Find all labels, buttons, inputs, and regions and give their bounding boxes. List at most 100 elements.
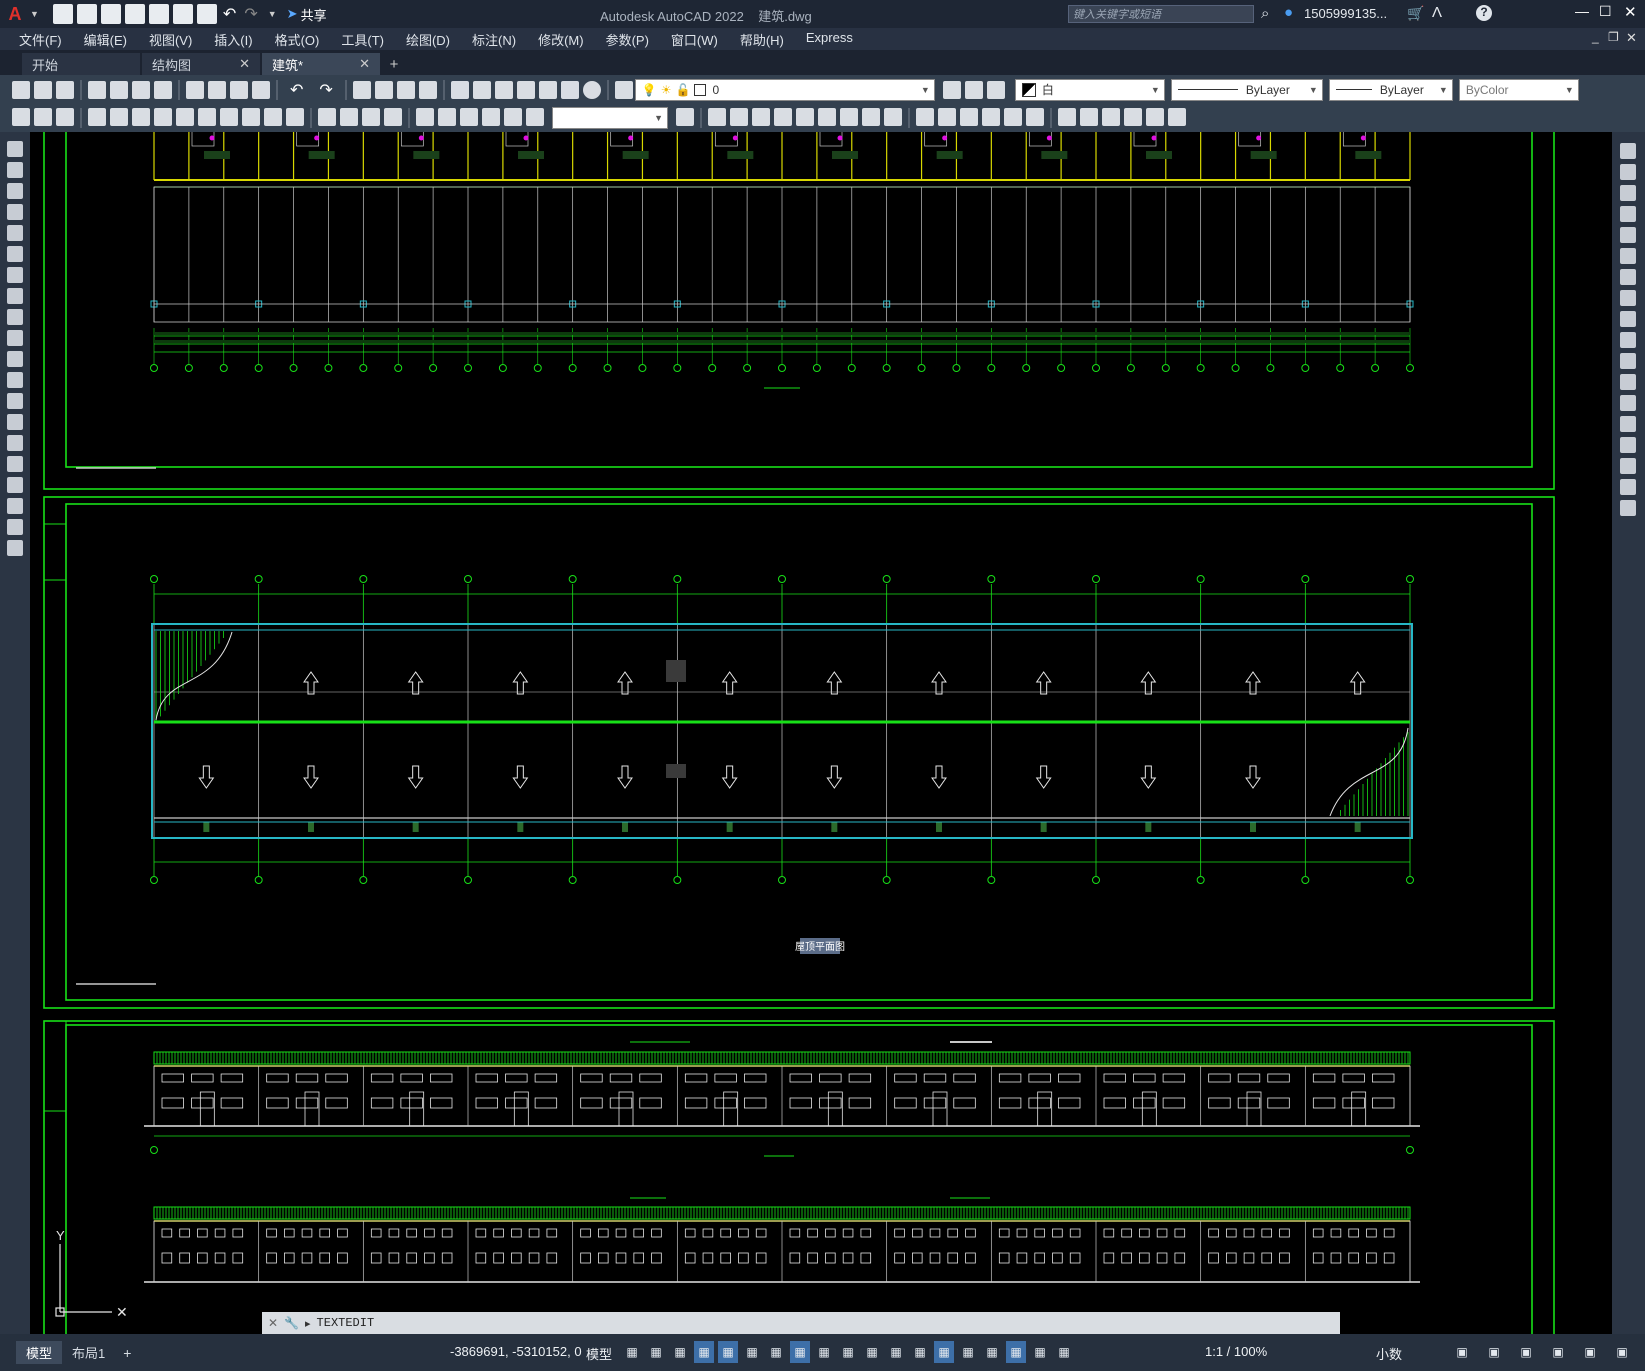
radius-dim-icon[interactable]	[176, 108, 194, 126]
rotate-icon[interactable]	[818, 108, 836, 126]
customize-icon[interactable]: ▣	[1612, 1341, 1632, 1363]
move-icon[interactable]	[1620, 248, 1636, 264]
zoom-realtime-icon[interactable]	[374, 80, 393, 99]
close-icon[interactable]: ✕	[239, 56, 250, 72]
dim-break-icon[interactable]	[362, 108, 380, 126]
cart-icon[interactable]: 🛒	[1407, 5, 1424, 22]
doc-restore-icon[interactable]: ❐	[1608, 30, 1619, 44]
lineweight-dropdown[interactable]: ByLayer ▼	[1328, 78, 1453, 101]
join-icon[interactable]	[960, 108, 978, 126]
wrench-icon[interactable]: 🔧	[284, 1316, 299, 1330]
stretch-icon[interactable]	[862, 108, 880, 126]
array-icon[interactable]	[1620, 227, 1636, 243]
baseline-dim-icon[interactable]	[286, 108, 304, 126]
menu-item-12[interactable]: Express	[795, 30, 864, 49]
units-selector[interactable]: 小数	[1376, 1344, 1402, 1363]
close-icon[interactable]: ✕	[268, 1316, 278, 1330]
close-icon[interactable]: ✕	[359, 56, 370, 72]
new-layout-button[interactable]: +	[115, 1343, 139, 1363]
save-icon[interactable]	[56, 80, 74, 99]
share-button[interactable]: ➤ 共享	[287, 5, 327, 24]
app-menu-button[interactable]: A	[0, 1, 30, 27]
help-icon[interactable]	[582, 80, 601, 99]
aligned-dim-icon[interactable]	[110, 108, 128, 126]
hatch-icon[interactable]	[7, 435, 23, 451]
object-snap-toggle[interactable]: ▦	[814, 1341, 834, 1363]
snap-toggle[interactable]: ▦	[646, 1341, 666, 1363]
erase-icon[interactable]	[1620, 143, 1636, 159]
join-icon[interactable]	[1620, 416, 1636, 432]
tab-architecture[interactable]: 建筑* ✕	[262, 53, 380, 75]
redo-icon[interactable]: ↷	[319, 80, 332, 100]
block-edit-icon[interactable]	[12, 108, 30, 126]
rotate-icon[interactable]	[1620, 269, 1636, 285]
annotation-scale-toggle[interactable]: ▦	[1054, 1341, 1074, 1363]
save-web-icon[interactable]	[172, 4, 193, 24]
undo-icon[interactable]: ↶	[223, 4, 236, 24]
chevron-down-icon[interactable]: ▼	[30, 9, 39, 19]
slice-icon[interactable]	[1168, 108, 1186, 126]
save-as-icon[interactable]	[124, 4, 145, 24]
menu-item-1[interactable]: 编辑(E)	[73, 30, 138, 49]
union-icon[interactable]	[1058, 108, 1076, 126]
linear-dim-icon[interactable]	[88, 108, 106, 126]
region-icon[interactable]	[7, 477, 23, 493]
menu-item-6[interactable]: 绘图(D)	[395, 30, 461, 49]
arc-length-dim-icon[interactable]	[132, 108, 150, 126]
quickcalc-icon[interactable]	[560, 80, 579, 99]
ellipse-arc-icon[interactable]	[7, 351, 23, 367]
zoom-window-icon[interactable]	[396, 80, 415, 99]
array-icon[interactable]	[774, 108, 792, 126]
line-icon[interactable]	[7, 141, 23, 157]
revision-cloud-icon[interactable]	[7, 288, 23, 304]
jogged-dim-icon[interactable]	[198, 108, 216, 126]
spline-icon[interactable]	[7, 309, 23, 325]
dim-text-edit-icon[interactable]	[504, 108, 522, 126]
dim-space-icon[interactable]	[340, 108, 358, 126]
menu-item-9[interactable]: 参数(P)	[595, 30, 660, 49]
explode-icon[interactable]	[1620, 500, 1636, 516]
trim-icon[interactable]	[884, 108, 902, 126]
paste-icon[interactable]	[230, 80, 248, 99]
ortho-toggle[interactable]: ▦	[718, 1341, 738, 1363]
layer-walk-icon[interactable]	[56, 108, 74, 126]
polar-toggle[interactable]: ▦	[742, 1341, 762, 1363]
dynamic-input-toggle[interactable]: ▦	[694, 1341, 714, 1363]
infer-toggle[interactable]: ▦	[670, 1341, 690, 1363]
gradient-icon[interactable]	[7, 456, 23, 472]
menu-item-11[interactable]: 帮助(H)	[729, 30, 795, 49]
selection-cycling-toggle[interactable]: ▦	[886, 1341, 906, 1363]
cut-icon[interactable]	[186, 80, 204, 99]
new-icon[interactable]	[12, 80, 30, 99]
ellipse-icon[interactable]	[7, 330, 23, 346]
open-web-icon[interactable]	[148, 4, 169, 24]
fillet-icon[interactable]	[1620, 458, 1636, 474]
make-current-icon[interactable]	[942, 80, 961, 99]
copy-icon[interactable]	[208, 80, 226, 99]
3d-print-icon[interactable]	[154, 80, 172, 99]
transparency-toggle[interactable]: ▦	[862, 1341, 882, 1363]
doc-close-icon[interactable]: ✕	[1626, 30, 1637, 46]
rectangle-icon[interactable]	[7, 225, 23, 241]
pan-icon[interactable]	[352, 80, 371, 99]
jogged-linear-icon[interactable]	[460, 108, 478, 126]
arc-icon[interactable]	[7, 246, 23, 262]
inspect-icon[interactable]	[438, 108, 456, 126]
extend-icon[interactable]	[916, 108, 934, 126]
multiline-text-icon[interactable]	[7, 519, 23, 535]
customize-icon[interactable]: ▼	[268, 9, 277, 19]
menu-item-4[interactable]: 格式(O)	[264, 30, 331, 49]
3d-osnap-toggle[interactable]: ▦	[910, 1341, 930, 1363]
help-icon[interactable]: ?	[1476, 5, 1492, 21]
quick-properties-icon[interactable]: ▣	[1452, 1341, 1472, 1363]
layer-match-icon[interactable]	[964, 80, 983, 99]
chamfer-icon[interactable]	[1620, 437, 1636, 453]
plot-icon[interactable]	[88, 80, 106, 99]
coordinates[interactable]: -3869691, -5310152, 0	[450, 1344, 582, 1359]
lineweight-toggle[interactable]: ▦	[838, 1341, 858, 1363]
ordinate-dim-icon[interactable]	[154, 108, 172, 126]
menu-item-5[interactable]: 工具(T)	[330, 30, 395, 49]
tab-start[interactable]: 开始	[22, 53, 140, 75]
redo-icon[interactable]: ↷	[244, 4, 257, 24]
scale-icon[interactable]	[840, 108, 858, 126]
